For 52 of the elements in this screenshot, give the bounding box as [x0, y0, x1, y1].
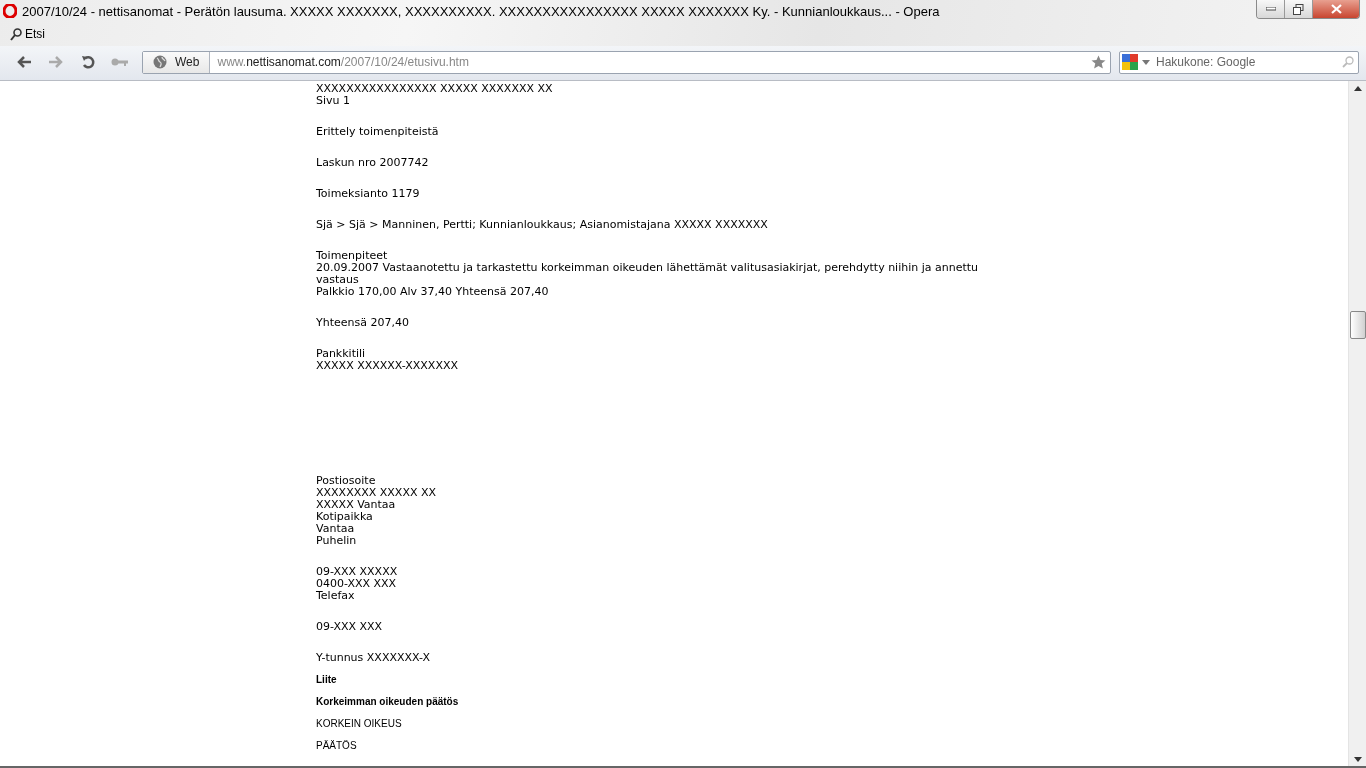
document-text-line: Telefax	[316, 590, 356, 602]
dropdown-caret-icon[interactable]	[1142, 59, 1150, 65]
address-field[interactable]: Web www.nettisanomat.com/2007/10/24/etusivu.htm	[142, 50, 1111, 74]
document-text-line: 20.09.2007 Vastaanotettu ja tarkastettu korkeimman oikeuden lähettämät valitusasiakirjat, perehdytty niihin ja annettu vastaus	[316, 262, 980, 286]
search-field[interactable]: Hakukone: Google	[1119, 50, 1359, 74]
scrollbar-thumb[interactable]	[1349, 311, 1366, 339]
document-text-line: Sivu 1	[316, 95, 351, 107]
document-text-line: XXXXXXXX XXXXX XX	[316, 487, 438, 499]
reload-icon	[80, 54, 96, 70]
document-text-line: Toimeksianto 1179	[316, 188, 421, 200]
back-arrow-icon	[16, 55, 32, 69]
document-text-line: 09-XXX XXX	[316, 621, 384, 633]
google-logo-icon	[1122, 54, 1138, 70]
document-text-line: Laskun nro 2007742	[316, 157, 430, 169]
document-text-line: Toimenpiteet	[316, 250, 389, 262]
vertical-scrollbar[interactable]	[1348, 81, 1366, 766]
document-text-line: Korkeimman oikeuden päätös	[316, 696, 460, 708]
document-text-line: PÄÄTÖS	[316, 740, 358, 752]
document-text-line: 09-XXX XXXXX	[316, 566, 399, 578]
document-text-line: Erittely toimenpiteistä	[316, 126, 440, 138]
document-text-line: Vantaa	[316, 523, 356, 535]
opera-logo-icon	[3, 4, 17, 18]
document-text-line: 0400-XXX XXX	[316, 578, 398, 590]
key-icon	[111, 57, 129, 67]
restore-button[interactable]	[1285, 0, 1313, 18]
url-text: www.nettisanomat.com/2007/10/24/etusivu.htm	[216, 55, 470, 69]
globe-icon	[153, 55, 167, 69]
document-text-line: XXXXX XXXXXX-XXXXXXX	[316, 360, 459, 372]
document-text-line: Yhteensä 207,40	[316, 317, 410, 329]
document-text-line: Y-tunnus XXXXXXX-X	[316, 652, 431, 664]
document-text-line: XXXXXXXXXXXXXXXX XXXXX XXXXXXX XX	[316, 83, 554, 95]
scroll-up-arrow-icon[interactable]	[1353, 86, 1362, 91]
star-icon[interactable]	[1091, 55, 1106, 69]
document-text-line: Kotipaikka	[316, 511, 374, 523]
document-text-line: Palkkio 170,00 Alv 37,40 Yhteensä 207,40	[316, 286, 550, 298]
forward-arrow-icon	[48, 55, 64, 69]
scroll-down-arrow-icon[interactable]	[1353, 757, 1362, 762]
close-icon	[1330, 4, 1342, 14]
restore-icon	[1293, 3, 1304, 15]
web-tab[interactable]: Web	[143, 51, 211, 73]
document-text-line: Liite	[316, 674, 338, 686]
close-button[interactable]	[1313, 0, 1359, 18]
document-text-line: KORKEIN OIKEUS	[316, 718, 403, 730]
search-menu[interactable]: Etsi	[10, 27, 45, 41]
minimize-icon	[1265, 7, 1276, 11]
document-text-line: XXXXX Vantaa	[316, 499, 397, 511]
search-icon	[10, 27, 22, 41]
document-text-line: Pankkitili	[316, 348, 367, 360]
document-text-line: Postiosoite	[316, 475, 377, 487]
document-text-line: Puhelin	[316, 535, 358, 547]
window-title: 2007/10/24 - nettisanomat - Perätön lausuma. XXXXX XXXXXXX, XXXXXXXXXX. XXXXXXXXXXXXXXXX XXXXX XXXXXXX Ky. - Kunnianloukkaus... - Opera	[22, 3, 941, 19]
document-text-line: Sjä > Sjä > Manninen, Pertti; Kunnianloukkaus; Asianomistajana XXXXX XXXXXXX	[316, 219, 769, 231]
